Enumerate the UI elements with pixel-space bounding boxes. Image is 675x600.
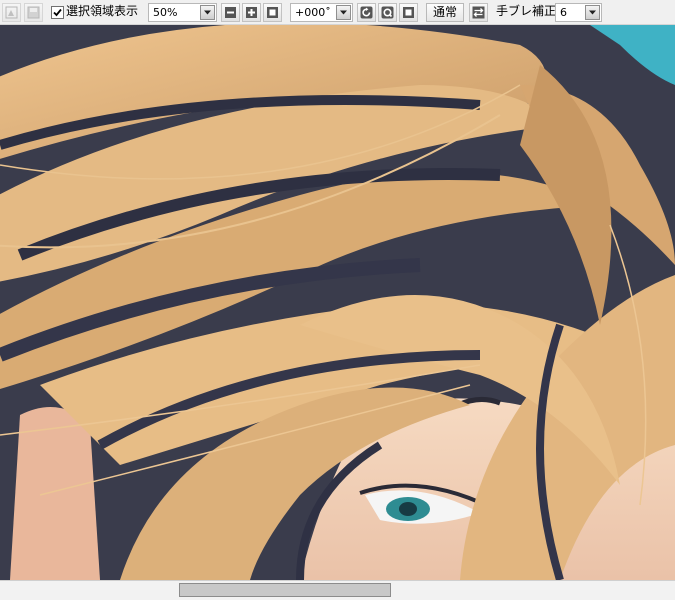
dropdown-arrow-icon	[340, 10, 347, 15]
zoom-out-icon	[225, 7, 236, 18]
dropdown-arrow-icon	[589, 10, 596, 15]
stop-icon	[403, 7, 414, 18]
zoom-in-button[interactable]	[242, 3, 261, 22]
new-canvas-button[interactable]	[2, 3, 21, 22]
show-selection-label: 選択領域表示	[66, 4, 139, 18]
artwork-image	[0, 25, 675, 580]
checkbox-check-icon	[53, 8, 62, 17]
blend-mode-label: 通常	[432, 5, 457, 19]
rotate-icon	[360, 6, 373, 19]
scrollbar-thumb[interactable]	[179, 583, 391, 597]
zoom-select[interactable]: 50%	[148, 3, 217, 22]
drawing-canvas[interactable]	[0, 25, 675, 580]
stabilizer-value: 6	[560, 6, 567, 19]
rotation-dropdown-button[interactable]	[336, 5, 351, 20]
save-button[interactable]	[24, 3, 43, 22]
zoom-in-icon	[246, 7, 257, 18]
new-canvas-icon	[5, 6, 18, 19]
dropdown-arrow-icon	[204, 10, 211, 15]
show-selection-checkbox[interactable]	[51, 6, 64, 19]
paint-app-window: 選択領域表示 50% +000˚ 通常 手ブレ補正 6	[0, 0, 675, 600]
zoom-out-button[interactable]	[221, 3, 240, 22]
rotate-reset-button[interactable]	[378, 3, 397, 22]
horizontal-scrollbar[interactable]	[0, 580, 675, 600]
flip-icon	[472, 6, 485, 19]
zoom-reset-icon	[267, 7, 278, 18]
rotation-value: +000˚	[295, 6, 331, 19]
zoom-dropdown-button[interactable]	[200, 5, 215, 20]
blend-mode-button[interactable]: 通常	[426, 3, 464, 22]
rotation-select[interactable]: +000˚	[290, 3, 353, 22]
zoom-reset-button[interactable]	[263, 3, 282, 22]
stabilizer-dropdown-button[interactable]	[585, 5, 600, 20]
rotate-left-button[interactable]	[357, 3, 376, 22]
rotate-reset-icon	[381, 6, 394, 19]
stabilizer-label: 手ブレ補正	[496, 4, 557, 18]
rotate-stop-button[interactable]	[399, 3, 418, 22]
flip-button[interactable]	[469, 3, 488, 22]
stabilizer-select[interactable]: 6	[555, 3, 602, 22]
save-icon	[27, 6, 40, 19]
view-toolbar: 選択領域表示 50% +000˚ 通常 手ブレ補正 6	[0, 0, 675, 25]
zoom-value: 50%	[153, 6, 178, 19]
